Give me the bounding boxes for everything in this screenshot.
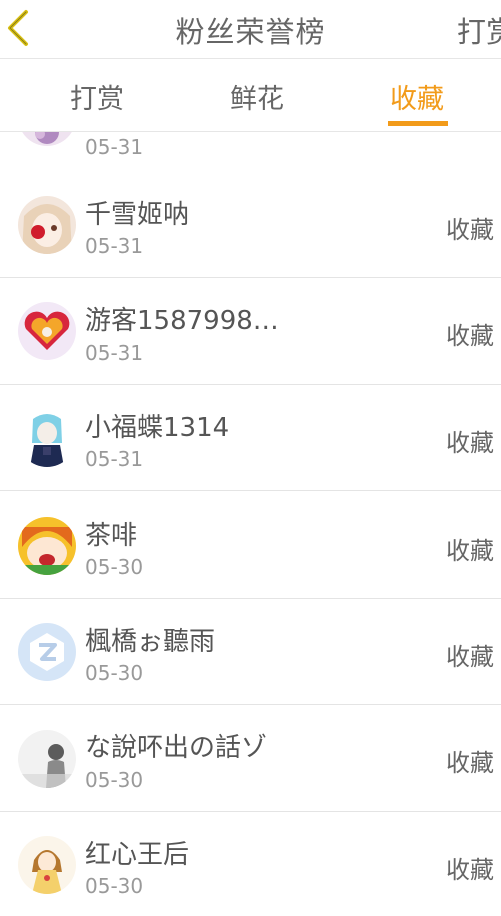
user-name: 茶啡 — [85, 521, 138, 551]
date-label: 05-31 — [85, 135, 144, 159]
action-label: 收藏 — [446, 216, 494, 244]
list-item[interactable]: な說吥出の話ゾ 05-30 收藏 — [0, 705, 501, 812]
default-avatar-icon — [18, 623, 76, 681]
list-item[interactable]: 红心王后 05-30 收藏 — [0, 812, 501, 916]
date-label: 05-31 — [85, 447, 144, 471]
list-item[interactable]: 小福蝶1314 05-31 收藏 — [0, 385, 501, 491]
list-item[interactable]: 游客1587998… 05-31 收藏 — [0, 278, 501, 385]
tab-favorites[interactable]: 收藏 — [390, 77, 444, 116]
date-label: 05-30 — [85, 874, 144, 898]
fan-list[interactable]: 05-31 千雪姬呐 05-31 收藏 游客1587998… 05-31 收藏 … — [0, 132, 501, 916]
avatar — [18, 132, 76, 146]
action-label: 收藏 — [446, 749, 494, 777]
date-label: 05-31 — [85, 234, 144, 258]
date-label: 05-31 — [85, 341, 144, 365]
user-name: な說吥出の話ゾ — [85, 733, 268, 763]
list-item[interactable]: 茶啡 05-30 收藏 — [0, 491, 501, 599]
list-item[interactable]: 05-31 — [0, 132, 501, 173]
avatar — [18, 196, 76, 254]
action-label: 收藏 — [446, 537, 494, 565]
list-item[interactable]: 楓橋ぉ聽雨 05-30 收藏 — [0, 599, 501, 705]
action-label: 收藏 — [446, 643, 494, 671]
avatar — [18, 730, 76, 788]
list-item[interactable]: 千雪姬呐 05-31 收藏 — [0, 172, 501, 278]
active-tab-indicator — [388, 121, 448, 126]
action-label: 收藏 — [446, 429, 494, 457]
page-title: 粉丝荣誉榜 — [175, 15, 326, 49]
user-name: 楓橋ぉ聽雨 — [85, 627, 216, 657]
avatar — [18, 409, 76, 467]
user-name: 游客1587998… — [85, 306, 279, 336]
action-label: 收藏 — [446, 856, 494, 884]
date-label: 05-30 — [85, 555, 144, 579]
user-name: 红心王后 — [85, 840, 190, 870]
action-label: 收藏 — [446, 322, 494, 350]
date-label: 05-30 — [85, 768, 144, 792]
user-name: 小福蝶1314 — [85, 413, 230, 443]
avatar — [18, 836, 76, 894]
tab-reward[interactable]: 打赏 — [70, 77, 124, 116]
tab-flowers[interactable]: 鲜花 — [230, 77, 284, 116]
header-reward-button[interactable]: 打赏 — [457, 9, 501, 51]
avatar — [18, 302, 76, 360]
header-bar: 粉丝荣誉榜 打赏 — [0, 0, 501, 59]
avatar — [18, 623, 76, 681]
user-name: 千雪姬呐 — [85, 200, 190, 230]
date-label: 05-30 — [85, 661, 144, 685]
tab-bar: 打赏 鲜花 收藏 — [0, 59, 501, 132]
avatar — [18, 517, 76, 575]
